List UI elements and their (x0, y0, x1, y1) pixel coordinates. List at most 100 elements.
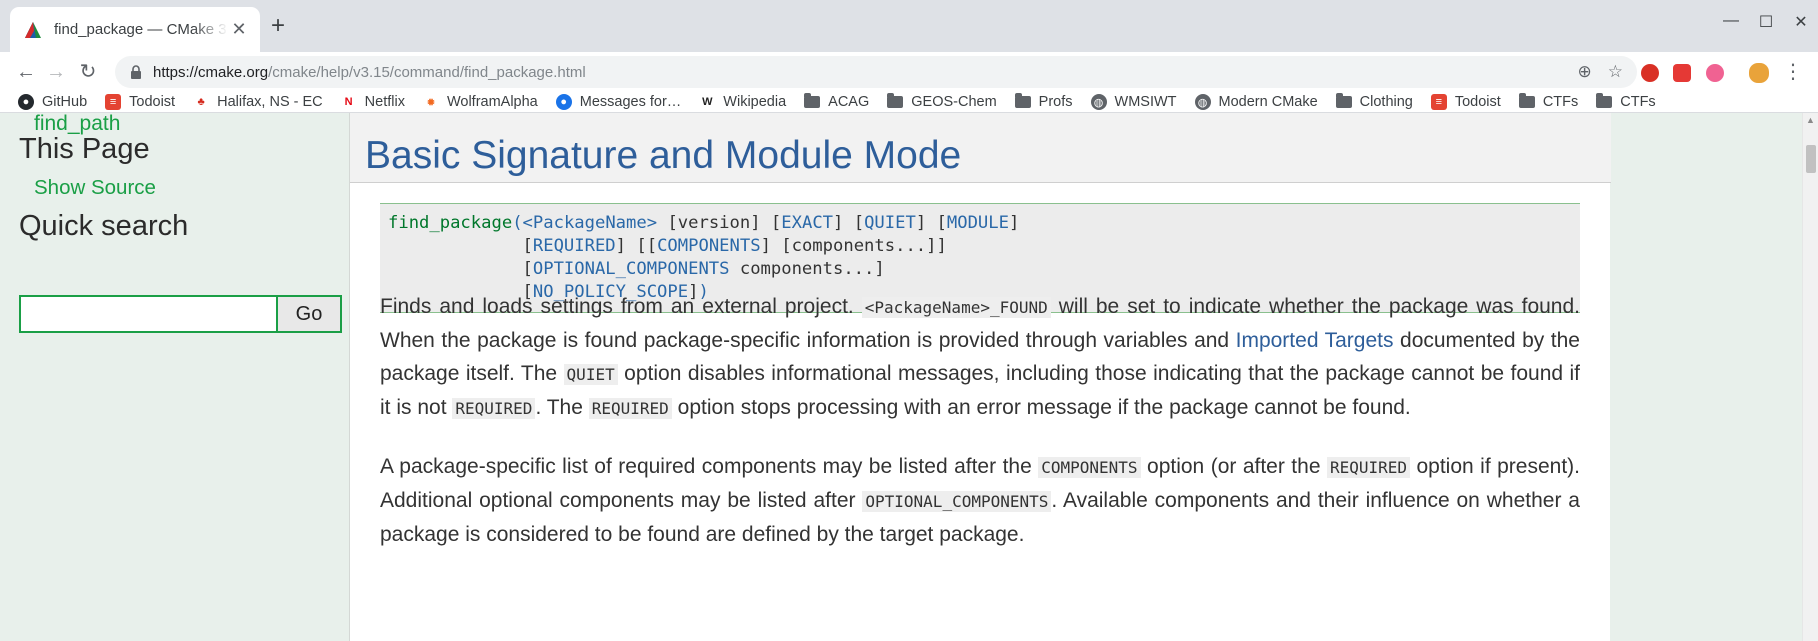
code-open-paren: ( (512, 213, 523, 233)
reload-button[interactable]: ↻ (74, 58, 102, 86)
bookmark-item[interactable]: CTFs (1596, 93, 1656, 110)
main-content: Basic Signature and Module Mode find_pac… (349, 113, 1611, 641)
inline-code: REQUIRED (1326, 457, 1411, 478)
quick-search-heading: Quick search (19, 210, 189, 242)
bookmark-item[interactable]: Profs (1014, 93, 1073, 110)
wikipedia-icon: W (702, 96, 713, 108)
code-module: MODULE (946, 213, 1009, 233)
wolfram-icon: ✹ (426, 96, 436, 109)
bookmark-label: Todoist (129, 94, 176, 110)
go-button[interactable]: Go (276, 295, 342, 333)
forward-button[interactable]: → (42, 58, 70, 86)
bookmark-item[interactable]: Clothing (1335, 93, 1413, 110)
tab-strip: find_package — CMake 3.15 ✕ + — ☐ ✕ (0, 0, 1818, 52)
bookmark-item[interactable]: ≡ Todoist (105, 94, 175, 110)
bookmark-item[interactable]: ● GitHub (18, 94, 87, 110)
bookmark-item[interactable]: GEOS-Chem (887, 93, 997, 110)
url-host: https://cmake.org (153, 63, 269, 81)
bookmark-item[interactable]: N Netflix (341, 94, 405, 110)
inline-code: OPTIONAL_COMPONENTS (862, 491, 1052, 512)
code-quiet: QUIET (864, 213, 916, 233)
folder-icon (887, 93, 904, 108)
bookmark-label: GitHub (42, 94, 88, 110)
bookmark-item[interactable]: W Wikipedia (699, 94, 786, 110)
bookmark-label: Modern CMake (1218, 94, 1318, 110)
bookmark-label: Messages for… (579, 94, 682, 110)
bookmark-item[interactable]: CTFs (1518, 93, 1579, 110)
bookmark-label: CTFs (1620, 94, 1656, 110)
zoom-icon[interactable]: ⊕ (1578, 62, 1592, 82)
bookmarks-bar: ● GitHub ≡ Todoist ♣ Halifax, NS - EC N Netflix… (0, 92, 1818, 113)
new-tab-button[interactable]: + (264, 12, 292, 40)
todoist-icon: ≡ (1430, 94, 1447, 110)
bookmark-item[interactable]: ACAG (804, 93, 870, 110)
address-bar[interactable]: https://cmake.org/cmake/help/v3.15/comma… (115, 56, 1637, 88)
bookmark-label: Todoist (1454, 94, 1501, 110)
code-optional-arg: components...] (739, 259, 885, 279)
section-heading-bar: Basic Signature and Module Mode (350, 113, 1611, 183)
bookmark-item[interactable]: ● Messages for… (555, 94, 682, 110)
code-required: REQUIRED (532, 236, 616, 256)
bookmark-item[interactable]: ◍ WMSIWT (1090, 94, 1177, 110)
url-text: https://cmake.org/cmake/help/v3.15/comma… (153, 64, 1562, 81)
back-button[interactable]: ← (12, 58, 40, 86)
window-close-icon[interactable]: ✕ (1786, 12, 1816, 32)
bookmark-item[interactable]: ✹ WolframAlpha (423, 94, 538, 110)
code-exact: EXACT (781, 213, 834, 233)
bookmark-label: Halifax, NS - EC (217, 94, 323, 110)
scroll-up-icon[interactable]: ▲ (1806, 115, 1815, 125)
scroll-thumb[interactable] (1806, 145, 1816, 173)
maple-leaf-icon: ♣ (197, 96, 205, 108)
profile-avatar[interactable] (1749, 63, 1769, 83)
browser-tab[interactable]: find_package — CMake 3.15 ✕ (10, 7, 260, 52)
bookmark-label: Profs (1038, 94, 1073, 110)
bookmark-star-icon[interactable]: ☆ (1608, 62, 1623, 82)
code-components-arg: [components...]] (781, 236, 947, 256)
bookmark-item[interactable]: ◍ Modern CMake (1194, 94, 1318, 110)
bookmark-label: ACAG (828, 94, 870, 110)
menu-icon[interactable]: ⋮ (1779, 58, 1807, 86)
messages-icon: ● (555, 94, 572, 110)
description-paragraph-1: Finds and loads settings from an externa… (380, 290, 1580, 425)
browser-toolbar: ← → ↻ https://cmake.org/cmake/help/v3.15… (0, 52, 1818, 92)
netflix-icon: N (344, 96, 353, 108)
description-paragraph-2: A package-specific list of required comp… (380, 450, 1580, 551)
text-run: Finds and loads settings from an externa… (380, 295, 862, 318)
bookmark-label: Wikipedia (723, 94, 787, 110)
imported-targets-link[interactable]: Imported Targets (1236, 329, 1394, 352)
browser-chrome: find_package — CMake 3.15 ✕ + — ☐ ✕ ← → … (0, 0, 1818, 113)
globe-icon: ◍ (1194, 94, 1211, 110)
folder-icon (804, 93, 821, 108)
bookmark-item[interactable]: ≡ Todoist (1430, 94, 1501, 110)
this-page-heading: This Page (19, 133, 150, 165)
show-source-link[interactable]: Show Source (34, 176, 156, 200)
tab-close-icon[interactable]: ✕ (228, 19, 250, 40)
code-components: COMPONENTS (657, 236, 761, 256)
bookmark-item[interactable]: ♣ Halifax, NS - EC (193, 94, 323, 110)
bookmark-label: Netflix (364, 94, 405, 110)
vertical-scrollbar[interactable]: ▲ (1802, 113, 1818, 641)
bookmark-label: CTFs (1542, 94, 1579, 110)
github-icon: ● (18, 94, 34, 110)
ublock-icon[interactable] (1706, 64, 1724, 82)
lock-icon (131, 65, 141, 79)
search-input[interactable] (19, 295, 276, 333)
maximize-icon[interactable]: ☐ (1751, 12, 1781, 32)
folder-icon (1518, 93, 1535, 108)
sidebar: find_path This Page Show Source Quick se… (0, 113, 345, 641)
code-fn: find_package (388, 213, 513, 233)
bookmark-label: WolframAlpha (446, 94, 538, 110)
inline-code: REQUIRED (588, 398, 672, 419)
code-optional-components: OPTIONAL_COMPONENTS (532, 259, 730, 279)
inline-code: COMPONENTS (1038, 457, 1141, 478)
minimize-icon[interactable]: — (1716, 12, 1746, 30)
inline-code: QUIET (563, 364, 618, 385)
folder-icon (1335, 93, 1352, 108)
extension-red-icon[interactable] (1673, 64, 1691, 82)
cmake-favicon-icon (25, 21, 41, 38)
inline-code: REQUIRED (452, 398, 536, 419)
inline-code: <PackageName>_FOUND (861, 297, 1051, 318)
bookmark-label: WMSIWT (1114, 94, 1177, 110)
adblock-icon[interactable] (1641, 64, 1659, 82)
code-version: [version] (667, 213, 761, 233)
